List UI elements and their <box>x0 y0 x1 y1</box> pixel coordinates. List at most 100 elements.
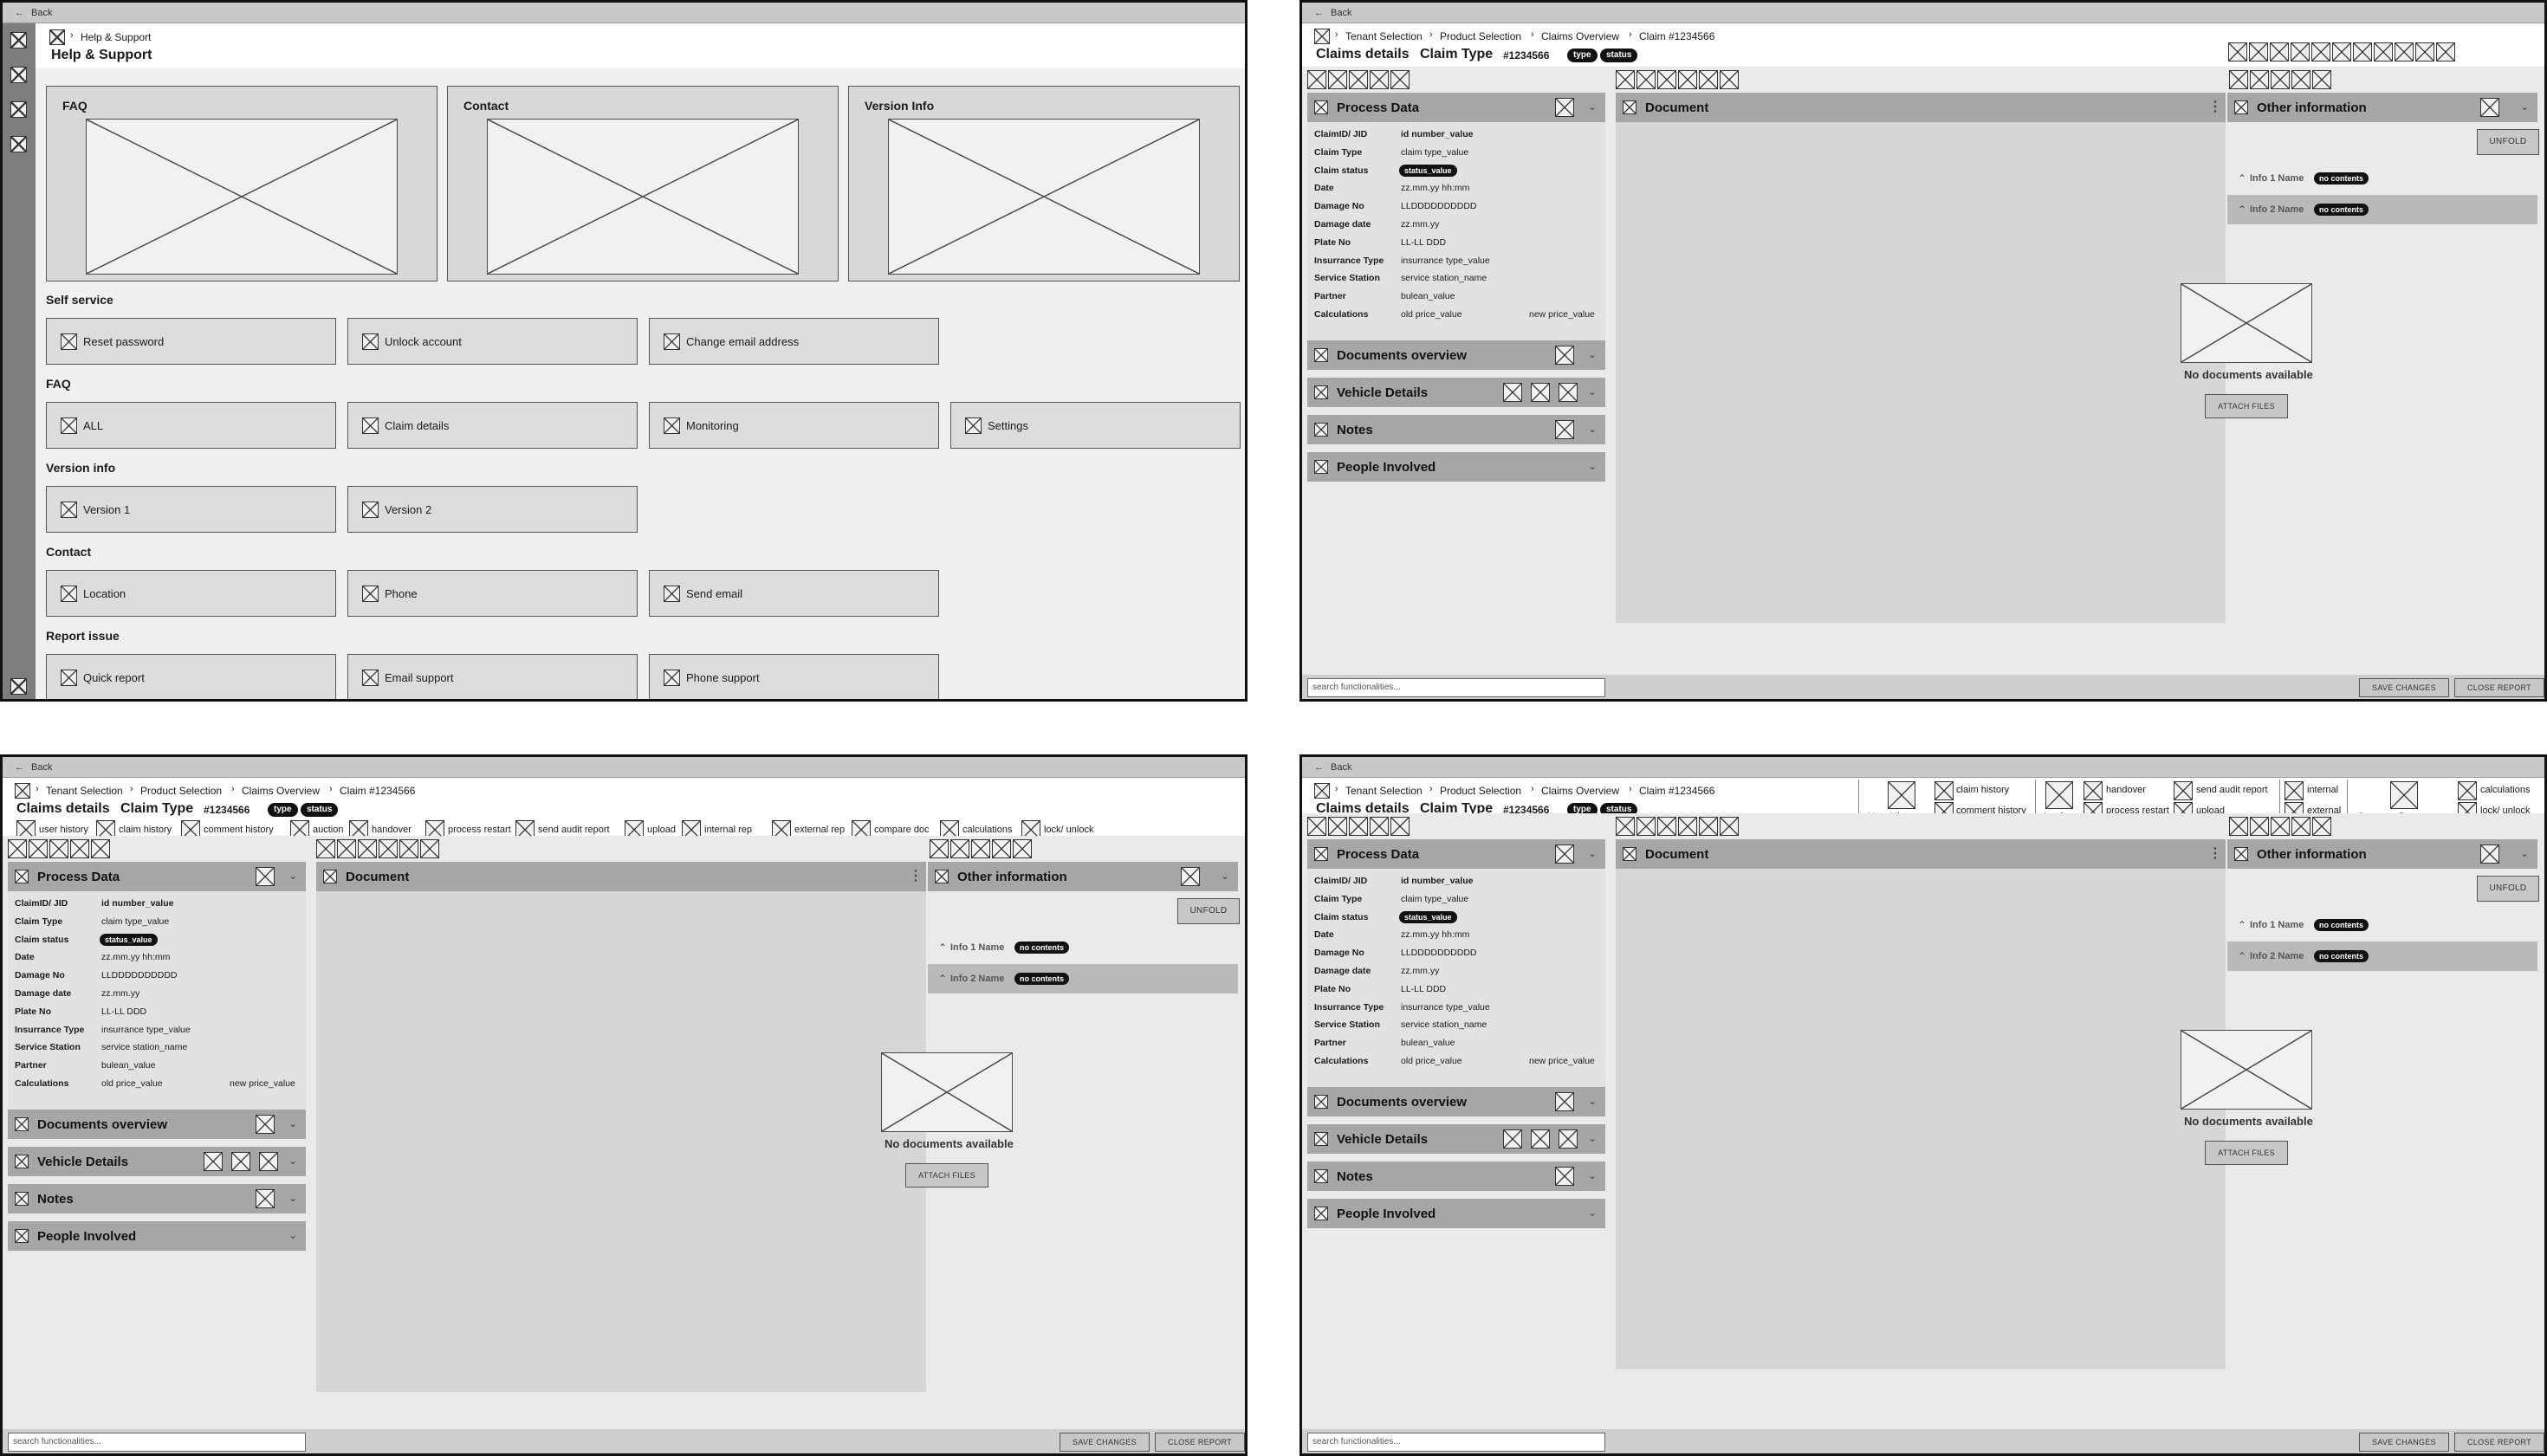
breadcrumb-item[interactable]: Tenant Selection <box>1345 30 1423 42</box>
center-strip-icon[interactable] <box>1616 70 1635 89</box>
left-strip-icon[interactable] <box>91 839 110 858</box>
people-involved-header[interactable]: People Involved ⌄ <box>8 1221 306 1251</box>
action-label[interactable]: auction <box>313 825 343 835</box>
chevron-up-icon[interactable]: ⌃ <box>2238 950 2246 962</box>
breadcrumb-item[interactable]: Tenant Selection <box>1345 785 1423 797</box>
center-strip-icon[interactable] <box>358 839 377 858</box>
toolbar-icon[interactable] <box>2332 42 2351 61</box>
help-action-button[interactable]: Phone support <box>649 654 939 699</box>
action-label[interactable]: compare doc <box>874 825 930 835</box>
action-label[interactable]: external rep <box>794 825 845 835</box>
home-icon[interactable] <box>1314 783 1330 799</box>
vehicle-details-action-icon[interactable] <box>204 1152 223 1171</box>
right-strip-icon[interactable] <box>2291 817 2310 836</box>
breadcrumb-item[interactable]: Product Selection <box>140 785 222 797</box>
back-arrow-icon[interactable]: ← <box>1314 757 1324 778</box>
chevron-down-icon[interactable]: ⌄ <box>2520 847 2529 859</box>
right-strip-icon[interactable] <box>971 839 990 858</box>
rail-icon-1[interactable] <box>10 32 27 49</box>
left-strip-icon[interactable] <box>49 839 68 858</box>
back-arrow-icon[interactable]: ← <box>15 757 24 778</box>
right-strip-icon[interactable] <box>2229 70 2248 89</box>
chevron-down-icon[interactable]: ⌄ <box>1588 460 1597 472</box>
center-strip-icon[interactable] <box>1657 817 1676 836</box>
other-information-action-icon[interactable] <box>1181 867 1200 886</box>
documents-overview-action-icon[interactable] <box>256 1115 275 1134</box>
right-strip-icon[interactable] <box>2250 70 2269 89</box>
other-information-header[interactable]: Other information ⌄ <box>2227 839 2537 869</box>
documents-overview-action-icon[interactable] <box>1555 346 1574 365</box>
vehicle-details-action-icon[interactable] <box>1559 383 1578 402</box>
center-strip-icon[interactable] <box>1678 70 1697 89</box>
send-audit-report-icon[interactable] <box>2174 781 2193 800</box>
center-strip-icon[interactable] <box>1699 70 1718 89</box>
document-header[interactable]: Document ⋮ <box>1616 839 2226 869</box>
center-strip-icon[interactable] <box>399 839 418 858</box>
chevron-up-icon[interactable]: ⌃ <box>2238 172 2246 184</box>
people-involved-header[interactable]: People Involved ⌄ <box>1307 1199 1605 1228</box>
unfold-button[interactable]: UNFOLD <box>2477 129 2539 155</box>
toolbar-icon[interactable] <box>2249 42 2268 61</box>
breadcrumb-item[interactable]: Product Selection <box>1440 30 1521 42</box>
toolbar-icon[interactable] <box>2436 42 2455 61</box>
compare-documents-icon[interactable] <box>2390 781 2418 809</box>
user-history-icon[interactable] <box>1888 781 1915 809</box>
action-label[interactable]: handover <box>372 825 412 835</box>
documents-overview-action-icon[interactable] <box>1555 1092 1574 1111</box>
chevron-down-icon[interactable]: ⌄ <box>2520 100 2529 113</box>
vehicle-details-action-icon[interactable] <box>1531 1129 1550 1149</box>
help-action-button[interactable]: Change email address <box>649 318 939 365</box>
right-strip-icon[interactable] <box>2291 70 2310 89</box>
documents-overview-header[interactable]: Documents overview ⌄ <box>1307 1087 1605 1116</box>
breadcrumb-item[interactable]: Claims Overview <box>242 785 320 797</box>
more-vert-icon[interactable]: ⋮ <box>909 867 923 884</box>
left-strip-icon[interactable] <box>70 839 89 858</box>
auction-icon[interactable] <box>2045 781 2073 809</box>
breadcrumb-item[interactable]: Tenant Selection <box>46 785 123 797</box>
save-changes-button[interactable]: SAVE CHANGES <box>2359 1433 2449 1452</box>
chevron-down-icon[interactable]: ⌄ <box>1588 1169 1597 1181</box>
help-action-button[interactable]: Reset password <box>46 318 336 365</box>
back-arrow-icon[interactable]: ← <box>15 3 24 23</box>
rail-icon-4[interactable] <box>10 136 27 152</box>
home-icon[interactable] <box>49 29 65 45</box>
close-report-button[interactable]: CLOSE REPORT <box>1155 1433 1245 1452</box>
help-action-button[interactable]: Email support <box>347 654 638 699</box>
back-link[interactable]: Back <box>31 762 52 773</box>
breadcrumb-item[interactable]: Claim #1234566 <box>340 785 415 797</box>
vehicle-details-action-icon[interactable] <box>1559 1129 1578 1149</box>
back-link[interactable]: Back <box>1331 762 1351 773</box>
notes-header[interactable]: Notes ⌄ <box>1307 1162 1605 1191</box>
action-label[interactable]: upload <box>647 825 676 835</box>
vehicle-details-header[interactable]: Vehicle Details ⌄ <box>1307 1124 1605 1154</box>
left-strip-icon[interactable] <box>1390 817 1410 836</box>
help-action-button[interactable]: Claim details <box>347 402 638 449</box>
notes-action-icon[interactable] <box>1555 420 1574 439</box>
chevron-down-icon[interactable]: ⌄ <box>1588 1095 1597 1107</box>
attach-files-button[interactable]: ATTACH FILES <box>905 1163 988 1187</box>
chevron-down-icon[interactable]: ⌄ <box>288 1117 297 1129</box>
breadcrumb-help[interactable]: Help & Support <box>81 31 151 43</box>
vehicle-details-header[interactable]: Vehicle Details ⌄ <box>8 1147 306 1176</box>
toolbar-icon[interactable] <box>2270 42 2289 61</box>
save-changes-button[interactable]: SAVE CHANGES <box>1060 1433 1150 1452</box>
center-strip-icon[interactable] <box>1720 70 1739 89</box>
process-data-header[interactable]: Process Data ⌄ <box>1307 839 1605 869</box>
chevron-down-icon[interactable]: ⌄ <box>1588 1207 1597 1219</box>
chevron-down-icon[interactable]: ⌄ <box>288 1155 297 1167</box>
notes-header[interactable]: Notes ⌄ <box>1307 415 1605 444</box>
attach-files-button[interactable]: ATTACH FILES <box>2205 1141 2288 1165</box>
back-arrow-icon[interactable]: ← <box>1314 3 1324 23</box>
toolbar-icon[interactable] <box>2311 42 2330 61</box>
notes-action-icon[interactable] <box>256 1189 275 1208</box>
document-header[interactable]: Document ⋮ <box>1616 93 2226 122</box>
toolbar-icon[interactable] <box>2291 42 2310 61</box>
help-action-button[interactable]: Quick report <box>46 654 336 699</box>
people-involved-header[interactable]: People Involved ⌄ <box>1307 452 1605 482</box>
right-strip-icon[interactable] <box>2312 70 2331 89</box>
close-report-button[interactable]: CLOSE REPORT <box>2454 1433 2544 1452</box>
claim-history-icon[interactable] <box>1935 781 1954 800</box>
right-strip-icon[interactable] <box>2312 817 2331 836</box>
documents-overview-header[interactable]: Documents overview ⌄ <box>1307 340 1605 370</box>
help-action-button[interactable]: Settings <box>950 402 1241 449</box>
